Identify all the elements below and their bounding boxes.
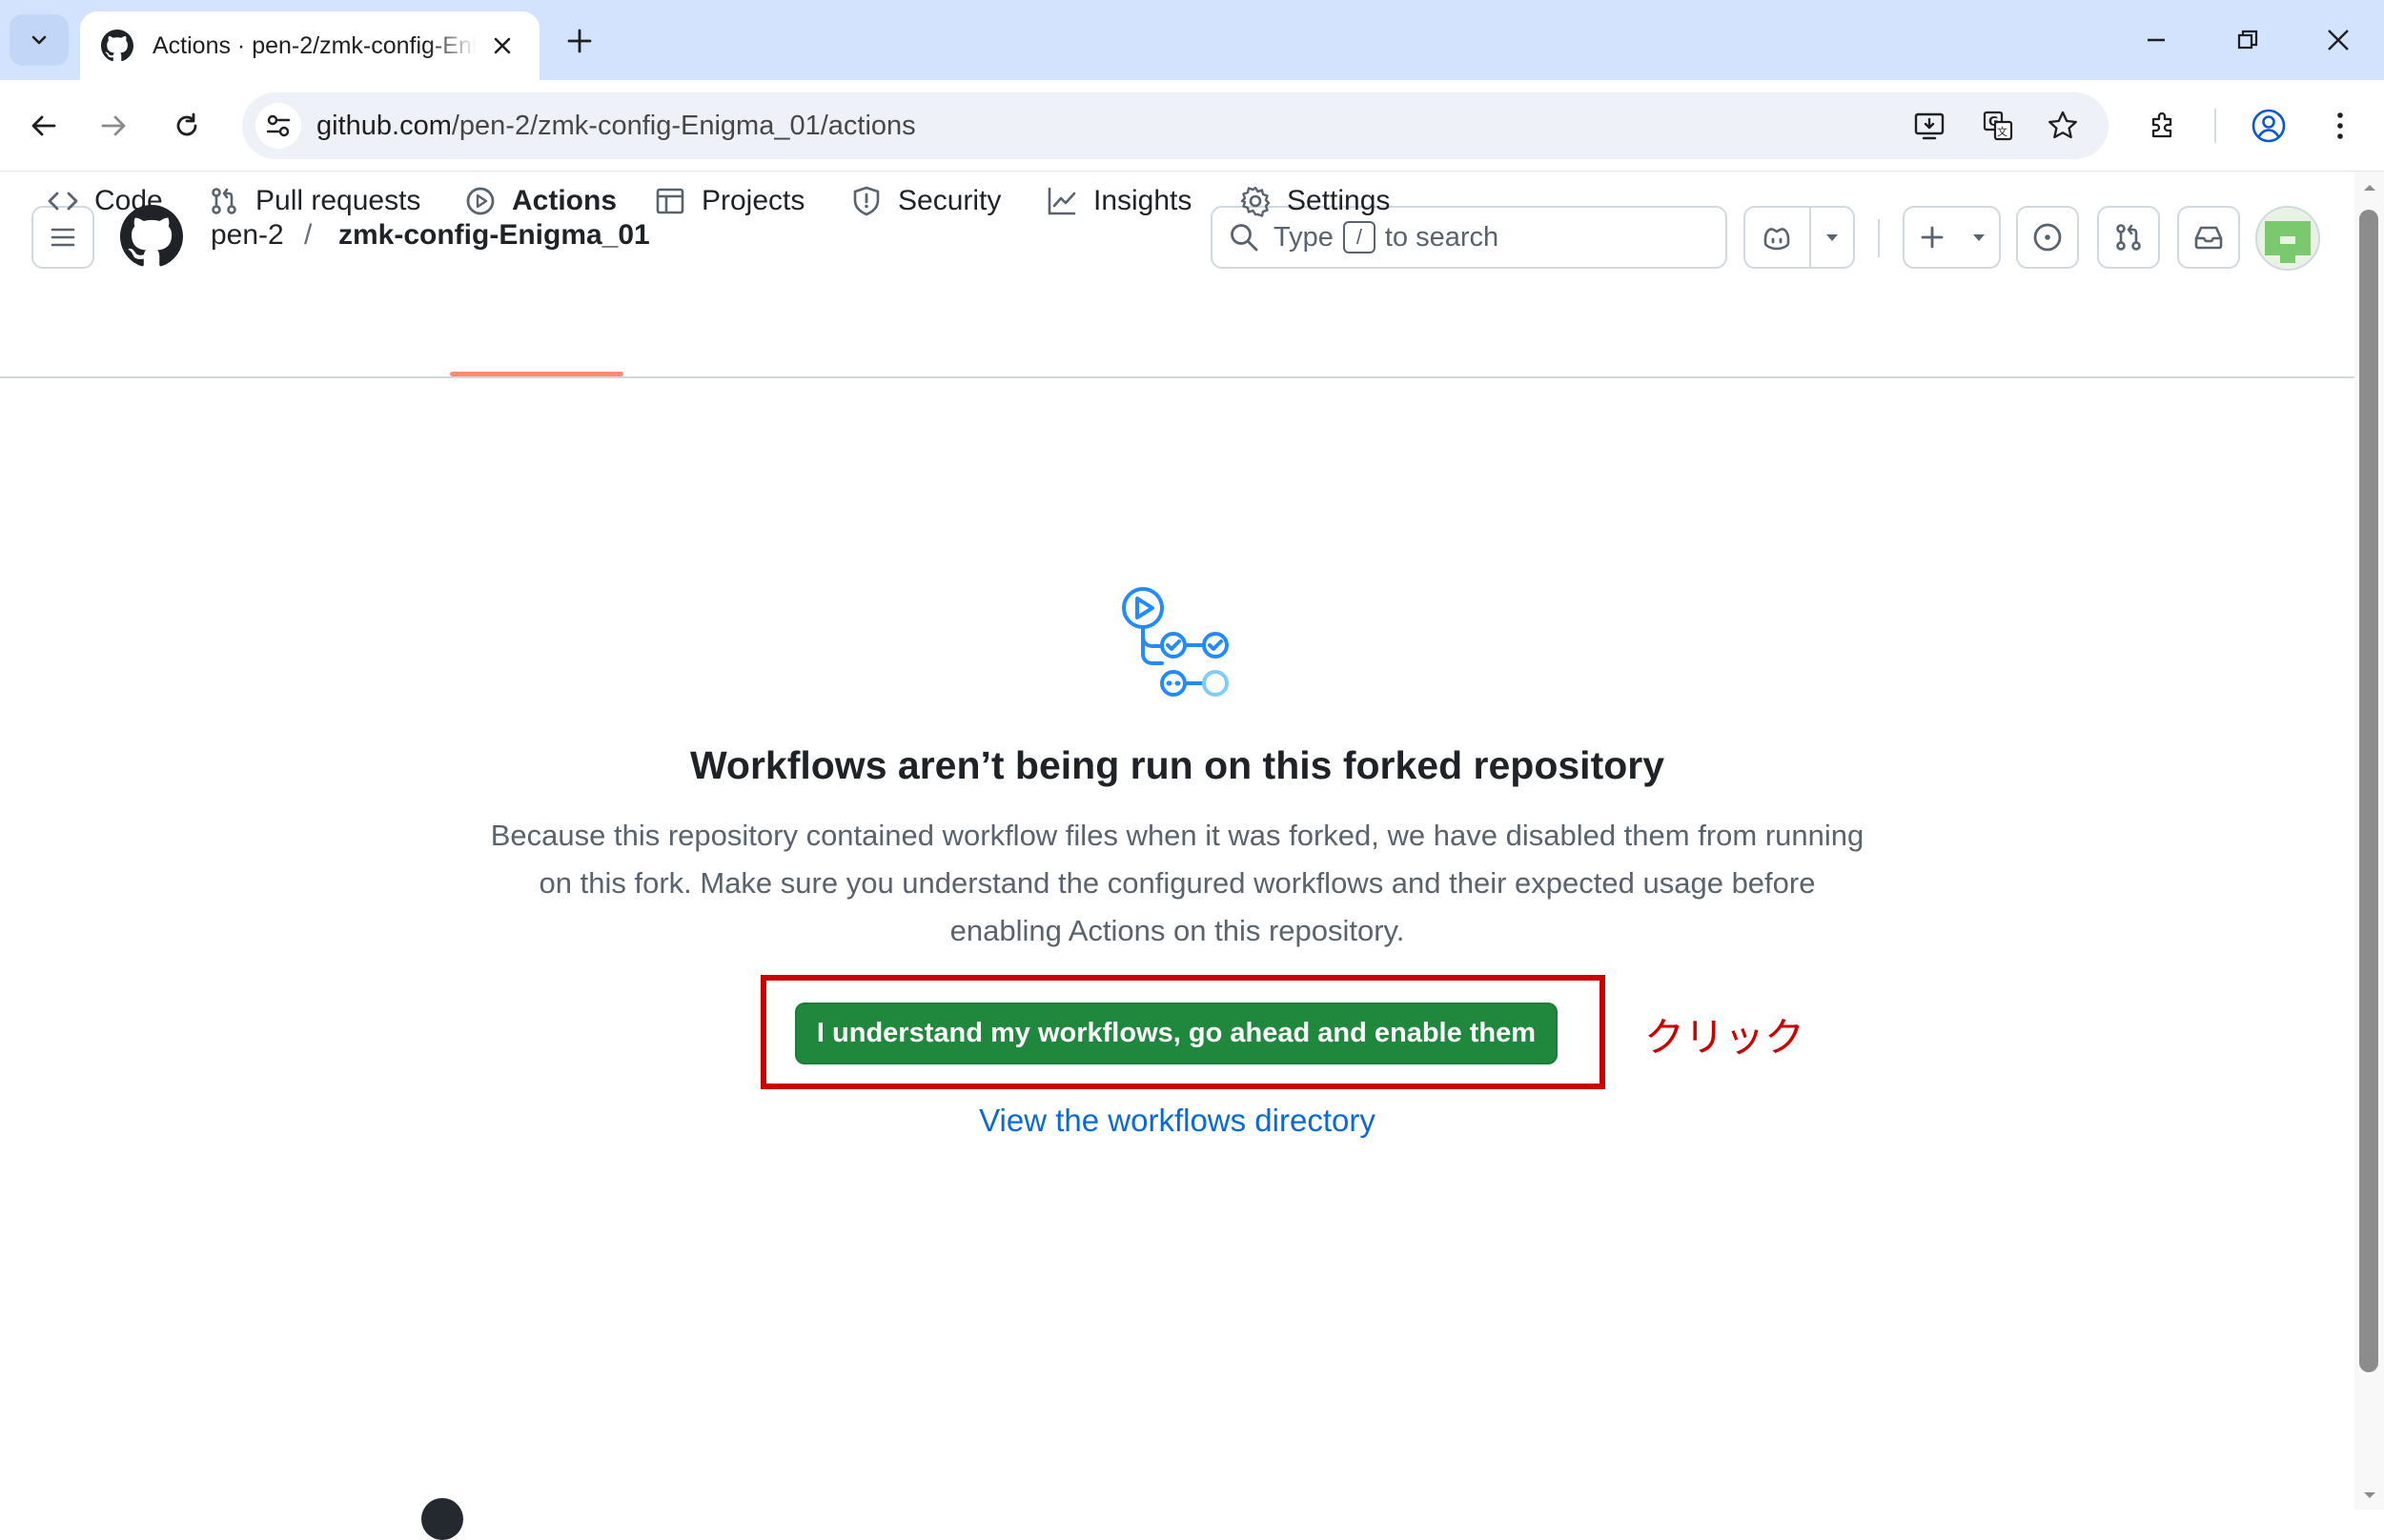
close-window-button[interactable]: [2312, 13, 2365, 67]
tab-close-button[interactable]: [486, 30, 519, 62]
table-icon: [656, 188, 684, 214]
create-plus[interactable]: [1905, 208, 1960, 267]
tab-pull-requests-label: Pull requests: [255, 185, 421, 216]
bookmark-button[interactable]: [2040, 103, 2086, 149]
back-button[interactable]: [17, 99, 71, 152]
tab-actions[interactable]: Actions: [464, 172, 617, 237]
plus-icon: [1921, 226, 1944, 249]
address-bar[interactable]: github.com/pen-2/zmk-config-Enigma_01/ac…: [242, 92, 2109, 159]
profile-button[interactable]: [2242, 99, 2295, 152]
star-icon: [2048, 111, 2077, 139]
minimize-button[interactable]: [2129, 13, 2183, 67]
header-separator: [1878, 219, 1880, 257]
pull-requests-button[interactable]: [2097, 206, 2160, 269]
install-app-button[interactable]: [1906, 103, 1952, 149]
issue-opened-icon: [2033, 223, 2062, 252]
tab-insights-label: Insights: [1093, 185, 1192, 216]
tab-title: Actions · pen-2/zmk-config-Enigma_01: [153, 31, 477, 59]
url-text: github.com/pen-2/zmk-config-Enigma_01/ac…: [316, 111, 916, 142]
more-vertical-icon: [2337, 112, 2343, 139]
avatar[interactable]: [2255, 206, 2320, 271]
tab-insights[interactable]: Insights: [1046, 172, 1192, 237]
view-workflows-link[interactable]: View the workflows directory: [0, 1103, 2354, 1139]
svg-text:文: 文: [1997, 125, 2007, 138]
restore-icon: [2237, 30, 2258, 50]
blankslate-title: Workflows aren’t being run on this forke…: [689, 743, 1665, 787]
github-header: pen-2 / zmk-config-Enigma_01 Type / to sea…: [0, 172, 2354, 378]
issues-button[interactable]: [2016, 206, 2079, 269]
enable-workflows-button[interactable]: I understand my workflows, go ahead and …: [795, 1003, 1558, 1064]
close-icon: [494, 37, 511, 54]
tab-security-label: Security: [898, 185, 1002, 216]
url-path: /pen-2/zmk-config-Enigma_01/actions: [451, 110, 916, 141]
browser-menu-button[interactable]: [2313, 99, 2367, 152]
install-desktop-icon: [1914, 112, 1945, 140]
copilot-icon: [1764, 228, 1790, 251]
view-workflows-link-text[interactable]: View the workflows directory: [979, 1103, 1375, 1138]
triangle-down-icon: [1825, 234, 1838, 241]
code-icon: [48, 192, 78, 211]
inbox-icon: [2194, 226, 2223, 250]
site-info-button[interactable]: [255, 103, 301, 149]
reload-button[interactable]: [160, 99, 214, 152]
active-tab-underline: [450, 372, 623, 376]
create-new-button[interactable]: [1903, 206, 2001, 269]
workflow-icon: [1122, 587, 1229, 697]
blankslate-description: Because this repository contained workfl…: [490, 819, 1864, 947]
graph-icon: [1048, 187, 1076, 215]
github-favicon-icon: [101, 30, 133, 62]
tab-projects[interactable]: Projects: [654, 172, 805, 237]
extensions-button[interactable]: [2137, 99, 2190, 152]
create-caret[interactable]: [1960, 208, 1998, 267]
tab-security[interactable]: Security: [850, 172, 1001, 237]
footer-logo-peek: [421, 1498, 463, 1540]
toolbar-separator: [2214, 109, 2216, 143]
tab-settings-label: Settings: [1287, 185, 1391, 216]
reload-icon: [176, 112, 197, 136]
scroll-up-arrow-icon[interactable]: [2361, 179, 2378, 196]
tab-settings[interactable]: Settings: [1239, 172, 1390, 237]
account-circle-icon: [2252, 109, 2286, 143]
scroll-down-arrow-icon[interactable]: [2361, 1487, 2378, 1504]
identicon-avatar: [2257, 208, 2318, 269]
copilot-menu-button[interactable]: [1811, 208, 1853, 267]
inbox-button[interactable]: [2177, 206, 2240, 269]
tune-icon: [266, 114, 291, 137]
browser-tabstrip: Actions · pen-2/zmk-config-Enigma_01: [0, 0, 2384, 80]
minimize-icon: [2148, 38, 2165, 42]
new-tab-button[interactable]: [558, 19, 601, 63]
browser-tab-active[interactable]: Actions · pen-2/zmk-config-Enigma_01: [80, 11, 540, 80]
triangle-down-icon: [1973, 234, 1985, 241]
scrollbar-thumb[interactable]: [2359, 210, 2378, 1372]
tab-actions-label: Actions: [512, 185, 618, 216]
arrow-left-icon: [31, 115, 56, 136]
restore-button[interactable]: [2221, 13, 2274, 67]
annotation-click-label: クリック: [1644, 1014, 1805, 1061]
chevron-down-icon: [31, 35, 47, 45]
browser-toolbar: github.com/pen-2/zmk-config-Enigma_01/ac…: [0, 80, 2384, 172]
tab-code-label: Code: [94, 185, 163, 216]
copilot-split-button[interactable]: [1743, 206, 1855, 269]
tab-projects-label: Projects: [702, 185, 805, 216]
tab-search-button[interactable]: [10, 14, 69, 66]
arrow-right-icon: [101, 115, 126, 136]
translate-icon: G文: [1983, 111, 2013, 141]
tab-code[interactable]: Code: [47, 172, 163, 237]
forward-button[interactable]: [87, 99, 140, 152]
git-pull-request-icon: [212, 188, 236, 214]
translate-button[interactable]: G文: [1975, 103, 2021, 149]
puzzle-icon: [2151, 111, 2172, 138]
play-circle-icon: [466, 187, 495, 215]
plus-icon: [567, 29, 592, 53]
tab-pull-requests[interactable]: Pull requests: [208, 172, 420, 237]
shield-icon: [853, 186, 880, 216]
copilot-button[interactable]: [1745, 208, 1809, 267]
url-host: github.com: [316, 110, 452, 141]
close-window-icon: [2328, 30, 2349, 51]
search-suffix: to search: [1384, 221, 1499, 253]
gear-icon: [1240, 186, 1271, 217]
git-pull-request-icon: [2116, 224, 2141, 251]
